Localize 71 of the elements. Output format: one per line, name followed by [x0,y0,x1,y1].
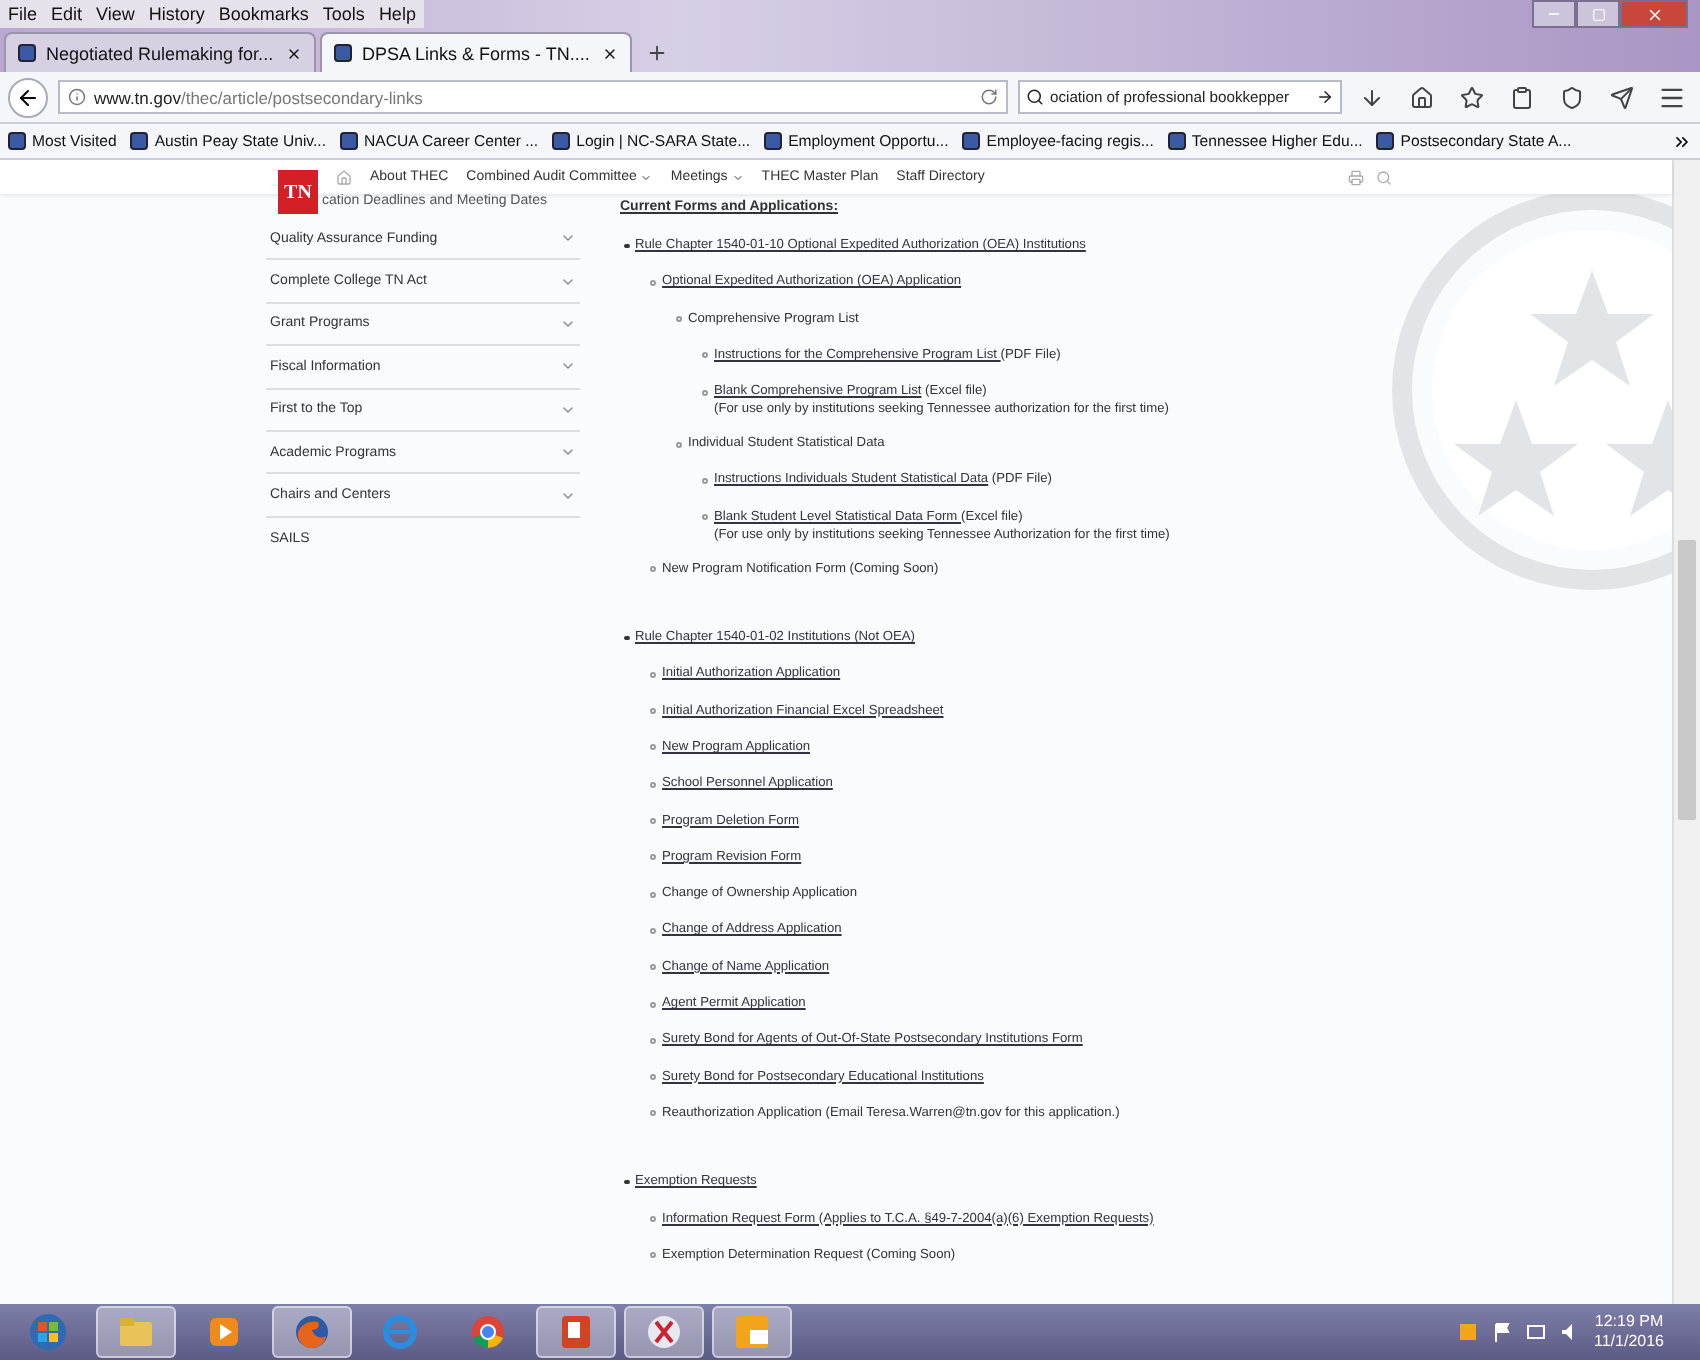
windows-logo-icon [28,1312,68,1352]
favicon-icon [340,132,358,150]
media-player-icon[interactable] [208,1316,240,1348]
bullet-icon [650,279,656,286]
address-field[interactable]: www.tn.gov/thec/article/postsecondary-links [58,80,1008,114]
search-icon [1026,88,1044,106]
mail-icon[interactable] [734,1314,770,1350]
maximize-button[interactable] [1576,0,1620,28]
reload-icon[interactable] [980,88,998,106]
bullet-icon [650,964,656,971]
bullet-icon [702,477,708,484]
bullet-icon [650,744,656,751]
bullet-icon [650,1252,656,1259]
bullet-icon [650,1037,656,1044]
menu-item[interactable]: File [8,4,38,24]
scrollbar[interactable] [1672,160,1700,1304]
bullet-icon [650,1110,656,1117]
close-tab-icon[interactable] [602,45,618,61]
browser-tab[interactable]: DPSA Links & Forms - TN.... [320,32,632,72]
bullet-icon [650,891,656,898]
favicon-icon [1167,132,1186,150]
site-logo[interactable]: TN [278,170,318,214]
back-arrow-icon [16,85,40,109]
browser-icon[interactable] [294,1314,330,1350]
bullet-icon [650,708,656,715]
bullet-icon [702,514,708,521]
favicon-icon [764,132,783,150]
bullet-icon [676,316,682,323]
menu-item[interactable]: Tools [322,4,365,24]
favicon-icon [130,132,149,150]
more-bookmarks-icon[interactable] [1672,131,1692,151]
browser-tab[interactable]: Negotiated Rulemaking for... [4,32,316,72]
bullet-icon [650,1001,656,1008]
bullet-icon [650,818,656,825]
favicon-icon [334,44,352,62]
menu-item[interactable]: View [96,4,135,24]
go-arrow-icon[interactable] [1316,88,1334,106]
close-icon [1645,5,1663,23]
bullet-icon [624,635,629,641]
minimize-button[interactable] [1532,0,1576,28]
presentation-icon[interactable] [558,1314,594,1350]
bullet-icon [624,1179,629,1185]
browser-icon[interactable] [470,1314,506,1350]
clock[interactable]: 12:19 PM 11/1/2016 [1594,1312,1664,1352]
favicon-icon [1376,132,1395,150]
menu-item[interactable]: Help [378,4,416,24]
menu-item[interactable]: History [148,4,205,24]
bullet-icon [702,352,708,359]
favicon-icon [962,132,981,150]
plus-icon [645,41,667,63]
menu-item[interactable]: Bookmarks [218,4,309,24]
bullet-icon [702,389,708,396]
back-button[interactable] [8,77,48,117]
menu-item[interactable]: Edit [51,4,83,24]
close-tab-icon[interactable] [286,45,302,61]
notification-icon[interactable] [1458,1322,1478,1342]
bullet-icon [650,781,656,788]
favicon-icon [552,132,571,150]
bullet-icon [624,243,629,248]
bullet-icon [650,854,656,861]
maximize-icon [1591,7,1605,21]
bullet-icon [650,1074,656,1081]
bullet-icon [650,671,656,678]
bullet-icon [650,1216,656,1223]
bullet-icon [650,927,656,934]
favicon-icon [8,132,26,150]
bullet-icon [676,441,682,448]
info-icon[interactable] [68,88,86,106]
favicon-icon [18,44,36,62]
flag-icon[interactable] [1492,1322,1512,1342]
bullet-icon [650,566,656,573]
